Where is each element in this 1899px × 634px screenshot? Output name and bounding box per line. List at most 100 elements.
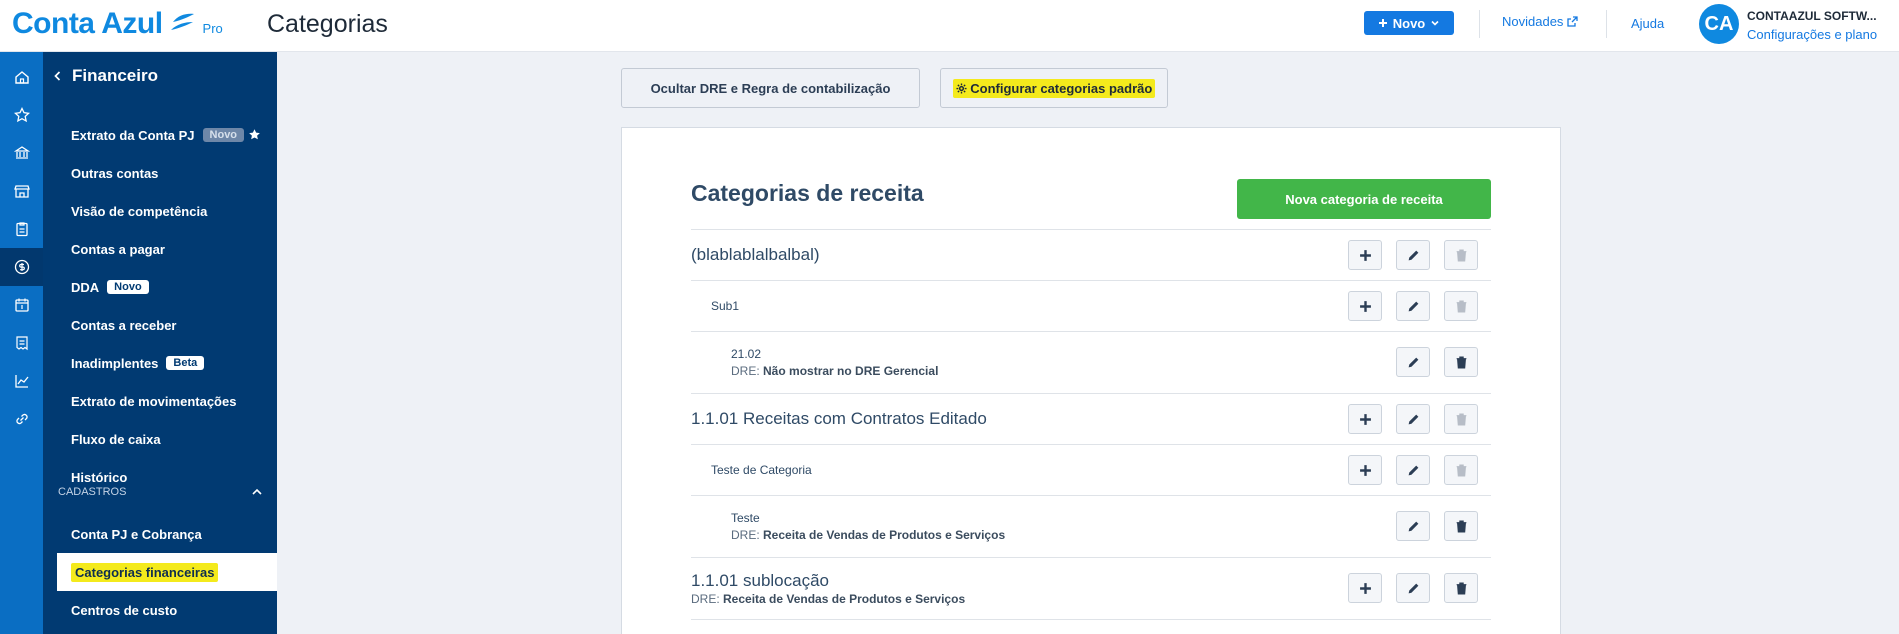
- sidebar-item-label: Outras contas: [71, 165, 159, 181]
- plus-icon: [1378, 19, 1387, 27]
- trash-icon: [1456, 519, 1466, 533]
- edit-button[interactable]: [1396, 455, 1430, 485]
- rail-receipt[interactable]: [0, 324, 43, 362]
- sidebar-item-label: Extrato de movimentações: [71, 393, 237, 409]
- sidebar-item-visao-competencia[interactable]: Visão de competência: [43, 192, 277, 230]
- dre-mapping: DRE: Receita de Vendas de Produtos e Ser…: [731, 528, 1006, 542]
- sidebar-item-label: Categorias financeiras: [71, 562, 219, 582]
- icon-rail: [0, 52, 43, 634]
- novidades-link[interactable]: Novidades: [1502, 14, 1579, 29]
- sidebar-back-financeiro[interactable]: Financeiro: [52, 66, 158, 86]
- cadastros-section-toggle[interactable]: CADASTROS: [58, 486, 263, 498]
- novo-badge: Novo: [202, 128, 245, 142]
- add-subcategory-button[interactable]: [1348, 291, 1382, 321]
- sidebar: Financeiro Extrato da Conta PJ Novo Outr…: [43, 52, 277, 634]
- sidebar-item-extrato-movimentacoes[interactable]: Extrato de movimentações: [43, 382, 277, 420]
- pencil-icon: [1408, 583, 1418, 593]
- categorias-receita-card: Categorias de receita Nova categoria de …: [621, 127, 1561, 634]
- trash-icon: [1456, 355, 1466, 369]
- trash-icon: [1456, 299, 1466, 313]
- add-subcategory-button[interactable]: [1348, 240, 1382, 270]
- bank-icon: [13, 146, 30, 159]
- pencil-icon: [1408, 250, 1418, 260]
- receipt-icon: [15, 336, 28, 351]
- avatar[interactable]: CA: [1699, 4, 1739, 44]
- sidebar-item-conta-pj-cobranca[interactable]: Conta PJ e Cobrança: [43, 515, 277, 553]
- delete-button[interactable]: [1444, 573, 1478, 603]
- sidebar-item-label: Inadimplentes: [71, 355, 159, 371]
- sidebar-item-contas-receber[interactable]: Contas a receber: [43, 306, 277, 344]
- category-name: Teste: [731, 511, 760, 525]
- delete-button[interactable]: [1444, 511, 1478, 541]
- card-title: Categorias de receita: [691, 180, 924, 206]
- rail-integrations[interactable]: [0, 400, 43, 438]
- sidebar-item-categorias-financeiras[interactable]: Categorias financeiras: [57, 553, 277, 591]
- star-icon[interactable]: [248, 128, 261, 141]
- rail-home[interactable]: [0, 58, 43, 96]
- rail-store[interactable]: [0, 172, 43, 210]
- sidebar-item-label: Contas a pagar: [71, 241, 165, 257]
- edit-button[interactable]: [1396, 291, 1430, 321]
- rail-financeiro[interactable]: [0, 248, 43, 286]
- sidebar-item-label: Extrato da Conta PJ: [71, 127, 195, 143]
- sidebar-item-extrato-conta-pj[interactable]: Extrato da Conta PJ Novo: [43, 116, 277, 154]
- header-divider: [1479, 10, 1480, 38]
- plus-icon: [1359, 300, 1371, 312]
- dre-mapping: DRE: Receita de Vendas de Produtos e Ser…: [691, 592, 966, 606]
- pencil-icon: [1408, 357, 1418, 367]
- sidebar-item-fluxo-caixa[interactable]: Fluxo de caixa: [43, 420, 277, 458]
- sidebar-item-contas-pagar[interactable]: Contas a pagar: [43, 230, 277, 268]
- ocultar-dre-button[interactable]: Ocultar DRE e Regra de contabilização: [621, 68, 920, 108]
- link-icon: [15, 413, 28, 425]
- edit-button[interactable]: [1396, 573, 1430, 603]
- rail-clipboard[interactable]: [0, 210, 43, 248]
- sidebar-item-inadimplentes[interactable]: Inadimplentes Beta: [43, 344, 277, 382]
- delete-button[interactable]: [1444, 240, 1478, 270]
- configuracoes-link[interactable]: Configurações e plano: [1747, 27, 1877, 42]
- pencil-icon: [1408, 521, 1418, 531]
- pencil-icon: [1408, 301, 1418, 311]
- table-row: Teste de Categoria: [691, 444, 1491, 495]
- edit-button[interactable]: [1396, 347, 1430, 377]
- sidebar-item-dda[interactable]: DDA Novo: [43, 268, 277, 306]
- header-divider: [1606, 10, 1607, 38]
- category-name: 1.1.01 sublocação: [691, 571, 829, 590]
- home-icon: [14, 71, 29, 84]
- configurar-categorias-button[interactable]: Configurar categorias padrão: [940, 68, 1168, 108]
- delete-button[interactable]: [1444, 404, 1478, 434]
- rail-calendar[interactable]: [0, 286, 43, 324]
- dre-mapping: DRE: Não mostrar no DRE Gerencial: [731, 364, 939, 378]
- chevron-up-icon: [252, 488, 262, 495]
- delete-button[interactable]: [1444, 291, 1478, 321]
- nova-categoria-receita-button[interactable]: Nova categoria de receita: [1237, 179, 1491, 219]
- sidebar-item-label: DDA: [71, 279, 100, 295]
- table-row: 1.1.01 sublocação DRE: Receita de Vendas…: [691, 557, 1491, 619]
- plus-icon: [1359, 464, 1371, 476]
- category-name: Sub1: [711, 299, 740, 313]
- page-title: Categorias: [267, 10, 388, 38]
- edit-button[interactable]: [1396, 511, 1430, 541]
- section-label: CADASTROS: [58, 486, 127, 498]
- add-subcategory-button[interactable]: [1348, 404, 1382, 434]
- rail-bank[interactable]: [0, 134, 43, 172]
- delete-button[interactable]: [1444, 455, 1478, 485]
- category-name: 1.1.01 Receitas com Contratos Editado: [691, 409, 987, 428]
- add-subcategory-button[interactable]: [1348, 573, 1382, 603]
- company-name[interactable]: CONTAAZUL SOFTW...: [1747, 9, 1897, 23]
- edit-button[interactable]: [1396, 240, 1430, 270]
- sidebar-item-label: Histórico: [71, 469, 128, 485]
- conta-azul-logo[interactable]: Conta Azul Pro: [12, 6, 223, 42]
- rail-favorites[interactable]: [0, 96, 43, 134]
- novo-button[interactable]: Novo: [1364, 11, 1454, 35]
- pencil-icon: [1408, 414, 1418, 424]
- sidebar-item-centros-custo[interactable]: Centros de custo: [43, 591, 277, 629]
- ajuda-link[interactable]: Ajuda: [1631, 16, 1664, 31]
- sidebar-item-outras-contas[interactable]: Outras contas: [43, 154, 277, 192]
- delete-button[interactable]: [1444, 347, 1478, 377]
- plus-icon: [1359, 413, 1371, 425]
- configurar-label: Configurar categorias padrão: [952, 78, 1156, 98]
- edit-button[interactable]: [1396, 404, 1430, 434]
- rail-reports[interactable]: [0, 362, 43, 400]
- store-icon: [13, 185, 30, 198]
- add-subcategory-button[interactable]: [1348, 455, 1382, 485]
